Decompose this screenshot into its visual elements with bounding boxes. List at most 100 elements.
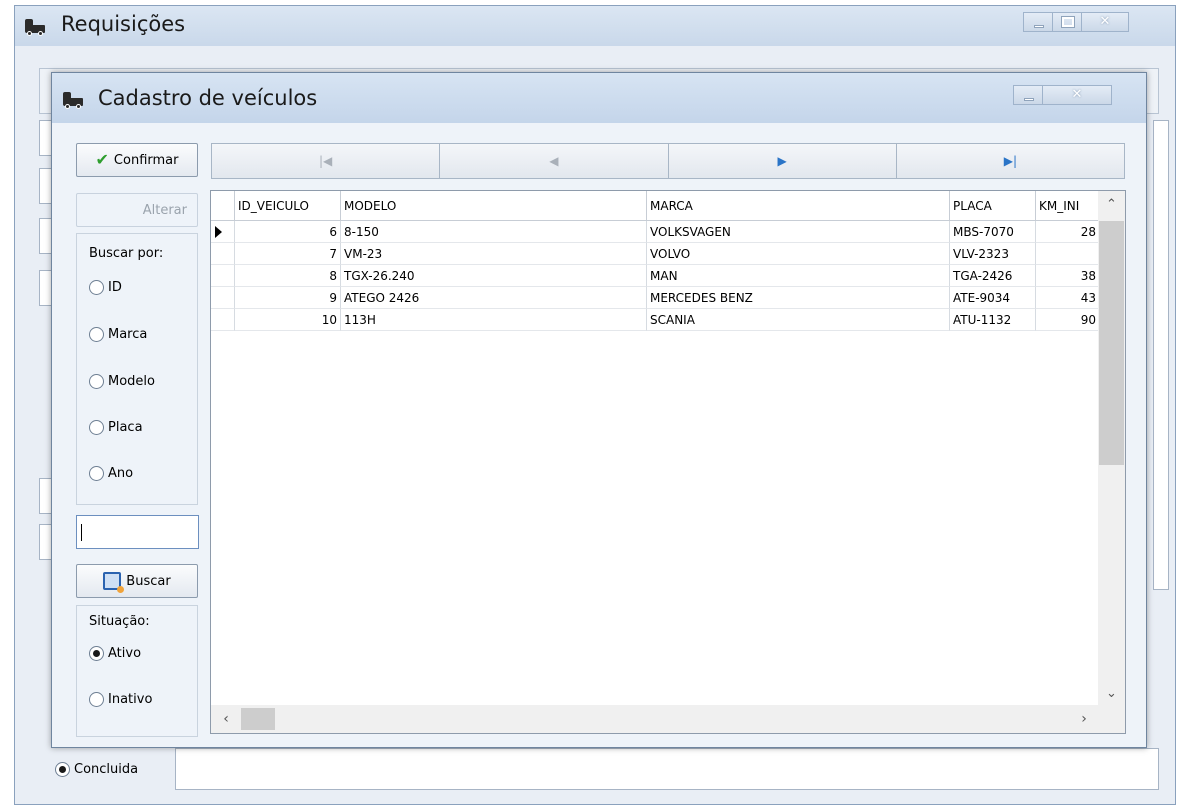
grid-rows: 6 8-150 VOLKSVAGEN MBS-7070 28 7 VM-23 V… bbox=[211, 221, 1099, 331]
column-header-id-veiculo[interactable]: ID_VEICULO bbox=[235, 191, 341, 220]
prior-record-icon: ◀ bbox=[549, 154, 559, 168]
maximize-button[interactable] bbox=[1052, 12, 1082, 32]
cell-marca[interactable]: MAN bbox=[647, 265, 950, 287]
requisicoes-title-bar: Requisições ✕ bbox=[15, 6, 1175, 46]
column-header-km-ini[interactable]: KM_INI bbox=[1036, 191, 1099, 220]
next-record-icon: ▶ bbox=[777, 154, 787, 168]
cell-placa[interactable]: TGA-2426 bbox=[950, 265, 1036, 287]
observacao-field[interactable] bbox=[175, 748, 1159, 790]
cell-marca[interactable]: VOLVO bbox=[647, 243, 950, 265]
column-header-placa[interactable]: PLACA bbox=[950, 191, 1036, 220]
cell-id[interactable]: 6 bbox=[235, 221, 341, 243]
radio-label-marca: Marca bbox=[108, 327, 148, 342]
situacao-label: Situação: bbox=[89, 614, 150, 629]
buscar-button[interactable]: Buscar bbox=[76, 564, 198, 598]
vehicles-grid[interactable]: ID_VEICULO MODELO MARCA PLACA KM_INI 6 8… bbox=[210, 190, 1126, 734]
cadastro-veiculos-dialog: Cadastro de veículos ✕ ✔ Confirmar Alter… bbox=[51, 72, 1147, 748]
last-record-icon: ▶| bbox=[1003, 154, 1018, 168]
column-header-modelo[interactable]: MODELO bbox=[341, 191, 647, 220]
dialog-close-button[interactable]: ✕ bbox=[1042, 85, 1112, 105]
radio-circle-ativo[interactable] bbox=[89, 646, 104, 661]
radio-marca[interactable]: Marca bbox=[89, 327, 147, 342]
dialog-window-controls: ✕ bbox=[1013, 85, 1112, 105]
row-indicator bbox=[211, 309, 235, 331]
radio-modelo[interactable]: Modelo bbox=[89, 374, 155, 389]
dialog-body: ✔ Confirmar Alterar Buscar por: ID Marca… bbox=[59, 123, 1141, 742]
radio-placa[interactable]: Placa bbox=[89, 420, 143, 435]
cell-id[interactable]: 10 bbox=[235, 309, 341, 331]
prior-record-button[interactable]: ◀ bbox=[439, 143, 669, 179]
cell-km[interactable]: 43 bbox=[1036, 287, 1099, 309]
search-input[interactable] bbox=[77, 516, 198, 548]
radio-id[interactable]: ID bbox=[89, 280, 122, 295]
scrollbar-corner bbox=[1098, 705, 1125, 733]
cell-km[interactable]: 90 bbox=[1036, 309, 1099, 331]
buscar-label: Buscar bbox=[126, 573, 171, 589]
search-input-box[interactable] bbox=[76, 515, 199, 549]
cell-placa[interactable]: VLV-2323 bbox=[950, 243, 1036, 265]
minimize-icon bbox=[1024, 98, 1034, 101]
radio-circle-id[interactable] bbox=[89, 280, 104, 295]
alterar-button[interactable]: Alterar bbox=[76, 193, 198, 227]
cell-placa[interactable]: ATE-9034 bbox=[950, 287, 1036, 309]
cell-km[interactable]: 38 bbox=[1036, 265, 1099, 287]
vertical-scroll-thumb[interactable] bbox=[1099, 221, 1124, 465]
table-row[interactable]: 7 VM-23 VOLVO VLV-2323 bbox=[211, 243, 1099, 265]
radio-ano[interactable]: Ano bbox=[89, 466, 133, 481]
radio-label-concluida: Concluida bbox=[74, 761, 139, 777]
horizontal-scrollbar[interactable]: ‹ › bbox=[211, 705, 1099, 733]
text-caret bbox=[81, 524, 82, 541]
cell-modelo[interactable]: VM-23 bbox=[341, 243, 647, 265]
search-icon bbox=[103, 572, 125, 593]
cell-modelo[interactable]: 8-150 bbox=[341, 221, 647, 243]
cell-placa[interactable]: MBS-7070 bbox=[950, 221, 1036, 243]
window-title: Requisições bbox=[61, 12, 186, 36]
cell-modelo[interactable]: TGX-26.240 bbox=[341, 265, 647, 287]
confirmar-button[interactable]: ✔ Confirmar bbox=[76, 143, 198, 177]
radio-concluida[interactable]: Concluida bbox=[51, 748, 175, 790]
cell-placa[interactable]: ATU-1132 bbox=[950, 309, 1036, 331]
cell-id[interactable]: 9 bbox=[235, 287, 341, 309]
radio-circle-placa[interactable] bbox=[89, 420, 104, 435]
scroll-up-icon[interactable]: ⌃ bbox=[1098, 191, 1125, 217]
table-row[interactable]: 9 ATEGO 2426 MERCEDES BENZ ATE-9034 43 bbox=[211, 287, 1099, 309]
dialog-title-bar: Cadastro de veículos ✕ bbox=[52, 73, 1146, 123]
radio-label-modelo: Modelo bbox=[108, 374, 155, 389]
horizontal-scroll-thumb[interactable] bbox=[241, 708, 275, 730]
radio-circle-modelo[interactable] bbox=[89, 374, 104, 389]
radio-ativo[interactable]: Ativo bbox=[89, 646, 141, 661]
radio-circle-marca[interactable] bbox=[89, 327, 104, 342]
radio-circle-ano[interactable] bbox=[89, 466, 104, 481]
table-row[interactable]: 10 113H SCANIA ATU-1132 90 bbox=[211, 309, 1099, 331]
table-row[interactable]: 6 8-150 VOLKSVAGEN MBS-7070 28 bbox=[211, 221, 1099, 243]
cell-km[interactable] bbox=[1036, 243, 1099, 265]
radio-label-ano: Ano bbox=[108, 466, 134, 481]
next-record-button[interactable]: ▶ bbox=[667, 143, 897, 179]
vertical-scrollbar[interactable]: ⌃ ⌄ bbox=[1098, 191, 1125, 706]
first-record-button[interactable]: |◀ bbox=[211, 143, 441, 179]
radio-circle-concluida[interactable] bbox=[55, 761, 70, 777]
cell-modelo[interactable]: ATEGO 2426 bbox=[341, 287, 647, 309]
radio-circle-inativo[interactable] bbox=[89, 692, 104, 707]
radio-label-inativo: Inativo bbox=[108, 692, 153, 707]
dialog-minimize-button[interactable] bbox=[1013, 85, 1043, 105]
header-indicator bbox=[211, 191, 235, 220]
scroll-down-icon[interactable]: ⌄ bbox=[1098, 680, 1125, 706]
cell-marca[interactable]: MERCEDES BENZ bbox=[647, 287, 950, 309]
close-button[interactable]: ✕ bbox=[1081, 12, 1129, 32]
table-row[interactable]: 8 TGX-26.240 MAN TGA-2426 38 bbox=[211, 265, 1099, 287]
cell-marca[interactable]: VOLKSVAGEN bbox=[647, 221, 950, 243]
column-header-marca[interactable]: MARCA bbox=[647, 191, 950, 220]
cell-marca[interactable]: SCANIA bbox=[647, 309, 950, 331]
scroll-right-icon[interactable]: › bbox=[1071, 705, 1097, 733]
cell-id[interactable]: 7 bbox=[235, 243, 341, 265]
scroll-left-icon[interactable]: ‹ bbox=[213, 705, 239, 733]
minimize-button[interactable] bbox=[1023, 12, 1053, 32]
cell-modelo[interactable]: 113H bbox=[341, 309, 647, 331]
last-record-button[interactable]: ▶| bbox=[895, 143, 1125, 179]
radio-inativo[interactable]: Inativo bbox=[89, 692, 152, 707]
cell-km[interactable]: 28 bbox=[1036, 221, 1099, 243]
check-icon: ✔ bbox=[95, 150, 109, 169]
first-record-icon: |◀ bbox=[318, 154, 333, 168]
cell-id[interactable]: 8 bbox=[235, 265, 341, 287]
